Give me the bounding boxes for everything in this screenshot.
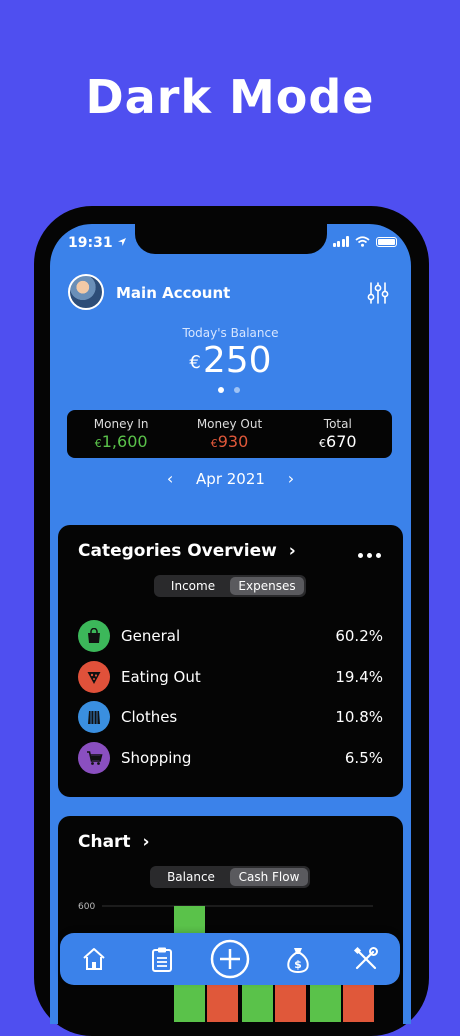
- money-out-value: €930: [210, 432, 249, 451]
- prev-month-button[interactable]: ‹: [167, 469, 173, 488]
- next-month-button[interactable]: ›: [288, 469, 294, 488]
- category-percent: 60.2%: [335, 627, 383, 645]
- status-icons: [332, 236, 397, 247]
- chart-y-tick-label: 600: [78, 902, 95, 912]
- battery-icon: [376, 236, 397, 247]
- total-label: Total: [323, 417, 352, 431]
- tab-add[interactable]: [210, 939, 250, 979]
- category-name: Eating Out: [121, 668, 201, 686]
- tab-transactions[interactable]: [142, 939, 182, 979]
- category-row-shopping[interactable]: Shopping 6.5%: [78, 742, 383, 774]
- page-dot: [234, 387, 240, 393]
- account-name[interactable]: Main Account: [116, 284, 230, 302]
- money-in-value: €1,600: [94, 432, 148, 451]
- category-percent: 19.4%: [335, 668, 383, 686]
- page-dot-active: [218, 387, 224, 393]
- app-screen: 19:31 Main Account Today's Balance €250 …: [50, 224, 411, 1024]
- category-percent: 10.8%: [335, 708, 383, 726]
- month-navigator: ‹ Apr 2021 ›: [50, 469, 411, 488]
- categories-title-text: Categories Overview: [78, 541, 277, 561]
- segment-balance[interactable]: Balance: [152, 868, 230, 886]
- promo-title: Dark Mode: [85, 70, 375, 124]
- shopping-bag-icon: [78, 620, 110, 652]
- chart-card: Chart › Balance Cash Flow 600300: [58, 816, 403, 1024]
- segment-cash-flow[interactable]: Cash Flow: [230, 868, 308, 886]
- svg-text:$: $: [294, 958, 302, 971]
- category-percent: 6.5%: [344, 749, 383, 767]
- cellular-signal-icon: [332, 236, 349, 247]
- tab-home[interactable]: [74, 939, 114, 979]
- month-label: Apr 2021: [196, 470, 265, 488]
- filter-sliders-icon[interactable]: [367, 281, 389, 305]
- chevron-right-icon: ›: [288, 541, 296, 561]
- pizza-icon: [78, 661, 110, 693]
- clipboard-icon: [152, 947, 172, 972]
- chevron-right-icon: ›: [142, 832, 150, 852]
- cart-icon: [78, 742, 110, 774]
- summary-panel: Money In €1,600 Money Out €930 Total €67…: [67, 410, 392, 458]
- categories-card: Categories Overview › Income Expenses Ge…: [58, 525, 403, 797]
- phone-notch: [135, 224, 327, 254]
- balance-amount: 250: [202, 340, 272, 381]
- money-in-column: Money In €1,600: [67, 410, 175, 458]
- wifi-icon: [355, 236, 370, 247]
- balance-currency: €: [189, 351, 201, 373]
- category-name: Shopping: [121, 749, 192, 767]
- tab-budget[interactable]: $: [278, 939, 318, 979]
- home-icon: [83, 948, 105, 970]
- category-row-general[interactable]: General 60.2%: [78, 620, 383, 652]
- category-row-clothes[interactable]: Clothes 10.8%: [78, 701, 383, 733]
- category-row-eating-out[interactable]: Eating Out 19.4%: [78, 661, 383, 693]
- category-name: General: [121, 627, 181, 645]
- add-circle-icon: [210, 939, 250, 979]
- location-arrow-icon: [118, 238, 127, 246]
- segment-expenses[interactable]: Expenses: [230, 577, 304, 595]
- money-out-column: Money Out €930: [175, 410, 283, 458]
- balance-value: €250: [50, 340, 411, 381]
- categories-title[interactable]: Categories Overview ›: [78, 541, 296, 561]
- money-in-label: Money In: [93, 417, 149, 431]
- status-time: 19:31: [68, 235, 127, 251]
- tab-bar: $: [60, 933, 400, 985]
- total-value: €670: [319, 432, 357, 451]
- chart-title-text: Chart: [78, 832, 131, 852]
- money-bag-icon: $: [287, 948, 309, 973]
- status-time-text: 19:31: [68, 235, 113, 251]
- balance-cashflow-segment: Balance Cash Flow: [150, 866, 310, 888]
- segment-income[interactable]: Income: [156, 577, 230, 595]
- tools-icon: [353, 946, 378, 970]
- shirt-icon: [78, 701, 110, 733]
- tab-settings[interactable]: [346, 939, 386, 979]
- page-indicator[interactable]: [218, 387, 240, 393]
- money-out-label: Money Out: [196, 417, 263, 431]
- chart-title[interactable]: Chart ›: [78, 832, 150, 852]
- balance-label: Today's Balance: [182, 326, 279, 340]
- income-expenses-segment: Income Expenses: [154, 575, 306, 597]
- more-options-icon[interactable]: [358, 553, 381, 558]
- avatar[interactable]: [68, 274, 104, 310]
- category-name: Clothes: [121, 708, 178, 726]
- total-column: Total €670: [284, 410, 392, 458]
